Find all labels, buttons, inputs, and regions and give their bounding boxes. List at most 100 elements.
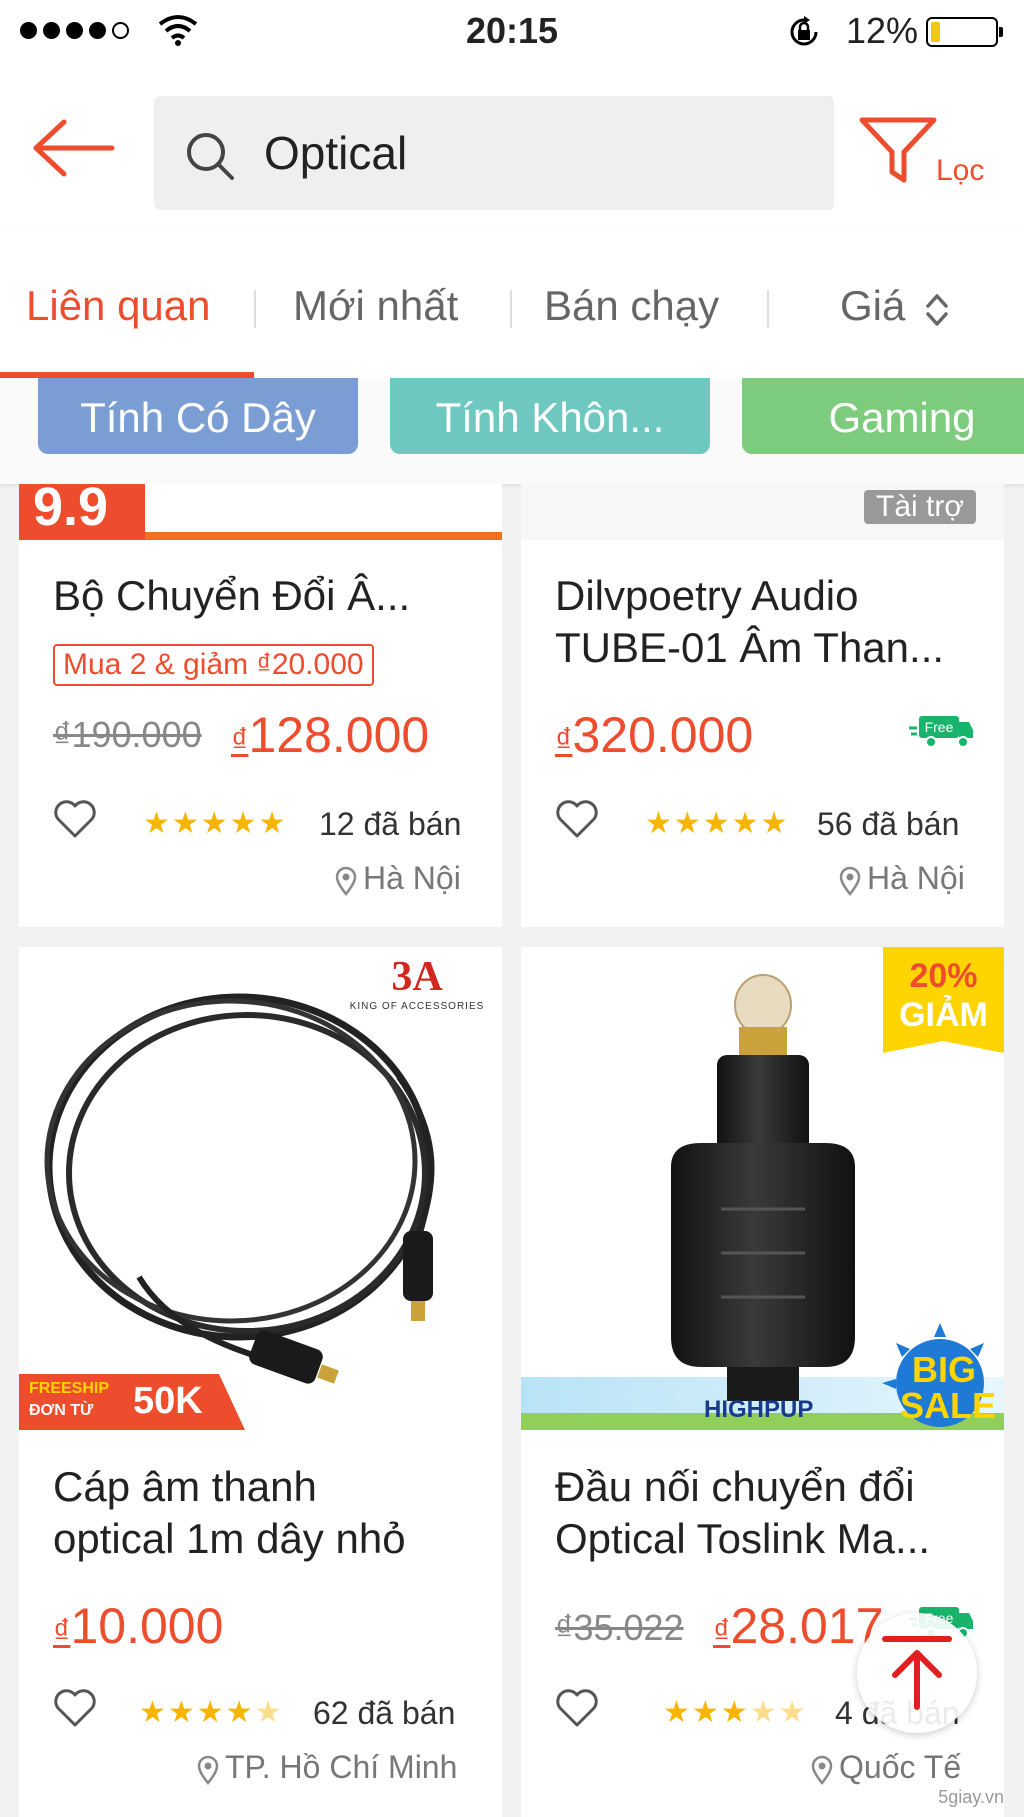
sponsored-badge: Tài trợ [864,490,977,524]
star-rating: ★★★★★ [139,1696,284,1729]
brand-logo: 3A KING OF ACCESSORIES [347,953,487,1012]
search-query: Optical [264,127,408,179]
battery-percent: 12% [846,10,919,51]
heart-icon[interactable] [555,1689,599,1729]
arrow-up-icon [882,1636,952,1710]
status-bar: 20:15 12% [0,0,1024,62]
tab-newest[interactable]: Mới nhất [293,282,458,330]
product-price: ₫128.000 [231,706,429,764]
filter-icon[interactable] [858,114,938,186]
product-title: Đầu nối chuyển đổi Optical Toslink Ma... [555,1461,930,1565]
sort-toggle-icon[interactable] [924,290,950,330]
star-rating: ★★★★★ [143,807,288,840]
original-price: ₫35.022 [555,1607,684,1648]
star-rating: ★★★★★ [645,807,790,840]
heart-icon[interactable] [53,800,97,840]
tab-divider [510,290,512,328]
rotation-lock-icon [790,16,818,46]
freeship-badge: FREESHIP ĐƠN TỪ 50K [19,1374,245,1430]
price-value: 320.000 [572,707,754,763]
free-shipping-icon: Free [909,716,973,748]
sale-badge-label: 9.9 [33,484,109,537]
search-header: Optical Lọc [0,62,1024,230]
discount-badge: 20% GIẢM [883,947,1004,1053]
sold-count: 56 đã bán [817,806,960,842]
category-row: Tính Có Dây Tính Khôn... Gaming [0,378,1024,484]
sort-tabs: Liên quan Mới nhất Bán chạy Giá [0,230,1024,378]
category-chip-label: Tính Có Dây [80,394,316,441]
title-line: optical 1m dây nhỏ [53,1515,406,1562]
product-price: ₫28.017 [713,1597,883,1655]
category-chip-label: Gaming [828,394,976,441]
image-banner-strip [145,484,502,540]
product-title: Bộ Chuyển Đổi Â... [53,572,411,619]
freeship-line2: ĐƠN TỪ [29,1402,94,1419]
location: TP. Hồ Chí Minh [197,1749,457,1786]
product-title: Cáp âm thanh optical 1m dây nhỏ [53,1461,406,1565]
title-line: Đầu nối chuyển đổi [555,1463,915,1510]
sold-count: 12 đã bán [319,806,462,842]
currency-symbol: ₫ [231,722,249,760]
location: Quốc Tế [811,1749,961,1786]
location-text: Hà Nội [867,860,965,896]
free-shipping-label: Free [925,719,954,735]
title-line: TUBE-01 Âm Than... [555,624,945,671]
product-card[interactable]: 3A KING OF ACCESSORIES FREESHIP ĐƠN TỪ 5… [19,947,502,1817]
filter-button-label[interactable]: Lọc [936,154,984,188]
freeship-line1: FREESHIP [29,1380,110,1397]
category-chip-label: Tính Khôn... [435,394,665,441]
category-chip-wireless[interactable]: Tính Khôn... [390,378,710,454]
search-input[interactable]: Optical [154,96,834,210]
search-icon [187,133,234,180]
scroll-to-top-button[interactable] [857,1613,977,1733]
location-text: TP. Hồ Chí Minh [225,1749,458,1785]
location-pin-icon [335,866,357,896]
tab-divider [767,290,769,328]
price-value: 28.017 [730,1598,884,1654]
location-pin-icon [839,866,861,896]
big-sale-line2: SALE [900,1385,997,1426]
location: Hà Nội [839,860,965,897]
promo-tag: Mua 2 & giảm ₫20.000 [53,644,374,686]
product-image: 9.9 [19,484,502,540]
heart-icon[interactable] [53,1689,97,1729]
back-arrow-icon[interactable] [30,116,116,180]
image-caption: HIGHPUP [704,1396,814,1423]
tab-relevance[interactable]: Liên quan [26,282,211,330]
category-chip-wired[interactable]: Tính Có Dây [38,378,358,454]
product-card[interactable]: 9.9 Bộ Chuyển Đổi Â... Mua 2 & giảm ₫20.… [19,484,502,927]
tab-best-selling[interactable]: Bán chạy [544,282,719,330]
watermark: 5giay.vn [938,1787,1004,1807]
discount-percent: 20% [909,957,978,995]
product-card[interactable]: Tài trợ Dilvpoetry Audio TUBE-01 Âm Than.… [521,484,1004,927]
freeship-amount: 50K [133,1380,203,1422]
location-text: Quốc Tế [839,1749,962,1785]
heart-icon[interactable] [555,800,599,840]
product-price: ₫10.000 [53,1597,223,1655]
location-text: Hà Nội [363,860,461,896]
tab-price[interactable]: Giá [840,282,905,330]
product-title: Dilvpoetry Audio TUBE-01 Âm Than... [555,570,944,674]
tab-divider [254,290,256,328]
star-rating: ★★★★★ [663,1696,808,1729]
location: Hà Nội [335,860,461,897]
discount-label: GIẢM [899,996,988,1034]
brand-logo-subtext: KING OF ACCESSORIES [349,1001,485,1012]
currency-symbol: ₫ [555,722,573,760]
price-value: 128.000 [248,707,430,763]
product-price: ₫320.000 [555,706,753,764]
title-line: Optical Toslink Ma... [555,1515,931,1562]
location-pin-icon [197,1755,219,1785]
location-pin-icon [811,1755,833,1785]
sold-count: 62 đã bán [313,1695,456,1731]
original-price: ₫190.000 [53,714,202,755]
big-sale-badge: BIG SALE [876,1313,996,1427]
price-value: 10.000 [70,1598,224,1654]
battery-icon [926,17,1003,47]
category-chip-gaming[interactable]: Gaming [742,378,1024,454]
currency-symbol: ₫ [713,1613,731,1651]
title-line: Cáp âm thanh [53,1463,317,1510]
optical-cable-image [44,993,435,1384]
sale-badge: 9.9 [19,484,145,540]
product-image: 3A KING OF ACCESSORIES FREESHIP ĐƠN TỪ 5… [19,947,502,1430]
